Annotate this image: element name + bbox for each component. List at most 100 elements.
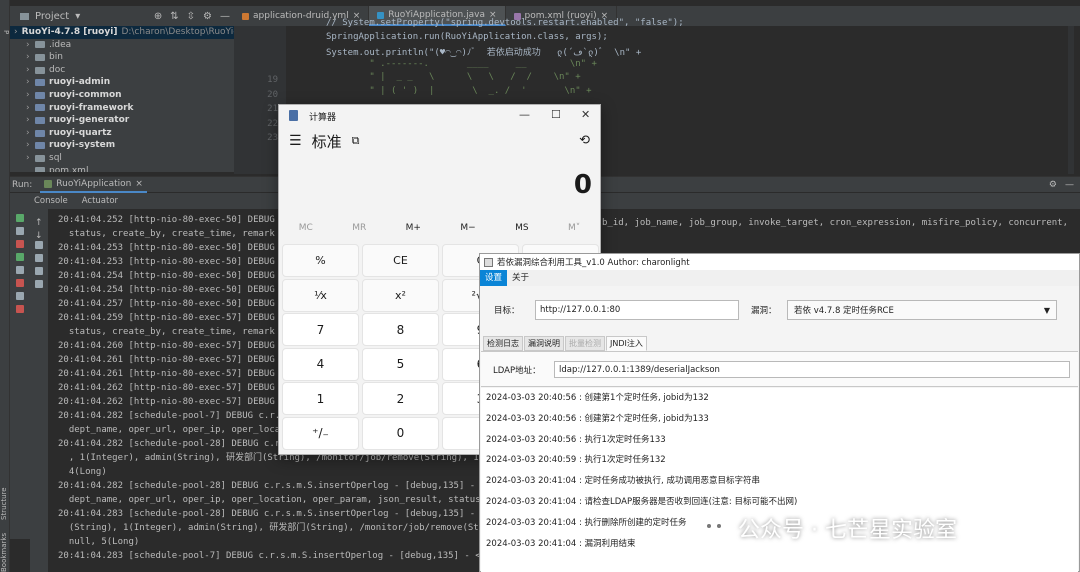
minimize-icon[interactable]: —	[220, 11, 230, 22]
tab-vuln-info[interactable]: 漏洞说明	[524, 336, 564, 351]
print-icon[interactable]	[35, 267, 43, 275]
calc-key[interactable]: x²	[362, 278, 439, 312]
arrow-up-icon[interactable]: ↑	[35, 215, 43, 228]
run-config-tab[interactable]: RuoYiApplication ×	[40, 177, 147, 193]
chevron-right-icon[interactable]: ›	[26, 89, 35, 102]
tab-batch-detect[interactable]: 批量检测	[565, 336, 605, 351]
chevron-right-icon[interactable]: ›	[26, 39, 35, 52]
arrow-down-icon[interactable]: ↓	[35, 228, 43, 241]
calc-key[interactable]: 0	[362, 416, 439, 450]
memory-button[interactable]: MS	[515, 223, 528, 233]
tree-item[interactable]: › doc	[10, 64, 234, 77]
tree-item[interactable]: › .idea	[10, 39, 234, 52]
camera-icon[interactable]	[16, 266, 24, 274]
project-side-tab[interactable]: P	[0, 30, 10, 40]
tree-item[interactable]: › ruoyi-system	[10, 139, 234, 152]
chevron-right-icon[interactable]: ›	[26, 114, 35, 127]
memory-button[interactable]: M−	[460, 223, 475, 233]
project-tree[interactable]: › RuoYi-4.7.8 [ruoyi] D:\charon\Desktop\Ru…	[10, 26, 234, 172]
calc-key[interactable]: ¹⁄x	[282, 278, 359, 312]
chevron-right-icon[interactable]: ›	[26, 64, 35, 77]
gear-icon[interactable]: ⚙	[1049, 180, 1057, 190]
minimize-icon[interactable]: —	[1065, 180, 1074, 190]
editor-scrollbar[interactable]	[1068, 26, 1074, 174]
actuator-tab[interactable]: Actuator	[82, 196, 118, 206]
expand-icon[interactable]: ⇳	[187, 11, 195, 22]
close-button[interactable]: ✕	[581, 108, 590, 121]
ldap-input[interactable]: ldap://127.0.0.1:1389/deserialJackson	[554, 361, 1070, 378]
tree-item-label: doc	[49, 64, 66, 75]
console-tab[interactable]: Console	[34, 196, 68, 206]
log-output[interactable]: 2024-03-03 20:40:56 : 创建第1个定时任务, jobid为1…	[481, 388, 1078, 572]
menu-settings[interactable]: 设置	[480, 270, 508, 286]
trash-icon[interactable]	[35, 280, 43, 288]
chevron-right-icon[interactable]: ›	[26, 76, 35, 89]
code-line: System.out.println("(♥◠‿◠)ﾉﾞ 若依启动成功 ლ(´ڡ…	[326, 48, 642, 58]
chevron-right-icon[interactable]: ›	[26, 102, 35, 115]
keep-on-top-icon[interactable]: ⧉	[352, 134, 360, 148]
app-icon	[484, 257, 493, 267]
scroll-end-icon[interactable]	[35, 254, 43, 262]
vuln-select[interactable]: 若依 v4.7.8 定时任务RCE ▼	[787, 300, 1057, 320]
tab-jndi[interactable]: JNDI注入	[606, 336, 647, 351]
bookmarks-side-tab[interactable]: Bookmarks	[0, 528, 10, 572]
calc-key[interactable]: 1	[282, 382, 359, 415]
stop-icon[interactable]	[16, 240, 24, 248]
calc-key[interactable]: ⁺/₋	[282, 416, 359, 450]
tool-subtabs: 检测日志 漏洞说明 批量检测 JNDI注入	[483, 336, 647, 351]
chevron-right-icon[interactable]: ›	[26, 152, 35, 165]
chevron-down-icon[interactable]: ▾	[75, 11, 80, 22]
menu-about[interactable]: 关于	[507, 270, 534, 286]
calculator-title: 计算器	[309, 112, 337, 123]
memory-button[interactable]: MC	[299, 223, 313, 233]
hamburger-icon[interactable]: ☰	[289, 133, 302, 149]
structure-side-tab[interactable]: Structure	[0, 470, 10, 520]
tree-item[interactable]: › RuoYi-4.7.8 [ruoyi] D:\charon\Desktop\Ru…	[10, 26, 234, 39]
maximize-button[interactable]: ☐	[551, 108, 561, 121]
chevron-right-icon[interactable]: ›	[26, 139, 35, 152]
calc-key[interactable]: 7	[282, 313, 359, 346]
calc-key[interactable]: 8	[362, 313, 439, 346]
calc-key[interactable]: 5	[362, 347, 439, 381]
calc-key[interactable]: CE	[362, 244, 439, 277]
pin-icon[interactable]	[16, 305, 24, 313]
chevron-right-icon[interactable]: ›	[26, 127, 35, 140]
tree-item[interactable]: › ruoyi-generator	[10, 114, 234, 127]
tree-item[interactable]: › ruoyi-quartz	[10, 127, 234, 140]
calc-key[interactable]: 4	[282, 347, 359, 381]
file-icon	[35, 167, 45, 172]
chevron-right-icon[interactable]: ›	[26, 51, 35, 64]
tree-item[interactable]: › ruoyi-framework	[10, 102, 234, 115]
resume-icon[interactable]	[16, 253, 24, 261]
tree-item-label: ruoyi-system	[49, 140, 116, 151]
tree-item[interactable]: › ruoyi-common	[10, 89, 234, 102]
wrench-icon[interactable]	[16, 227, 24, 235]
restore-icon[interactable]	[16, 279, 24, 287]
memory-button[interactable]: MR	[352, 223, 366, 233]
chevron-right-icon[interactable]: ›	[14, 26, 18, 39]
project-label[interactable]: Project	[35, 11, 69, 22]
collapse-icon[interactable]: ⇅	[170, 11, 178, 22]
memory-button[interactable]: M+	[406, 223, 421, 233]
tab-detect-log[interactable]: 检测日志	[483, 336, 523, 351]
calc-key[interactable]: %	[282, 244, 359, 277]
close-icon[interactable]: ×	[135, 179, 143, 189]
history-icon[interactable]: ⟲	[579, 133, 590, 148]
tree-item[interactable]: › bin	[10, 51, 234, 64]
layout-icon[interactable]	[16, 292, 24, 300]
calc-key[interactable]: 2	[362, 382, 439, 415]
chevron-down-icon: ▼	[1043, 305, 1050, 315]
memory-row: MC MR M+ M− MS M˅	[279, 215, 600, 241]
minimize-button[interactable]: —	[519, 108, 530, 121]
tree-item[interactable]: pom.xml	[10, 165, 234, 172]
target-icon[interactable]: ⊕	[154, 11, 162, 22]
tree-item[interactable]: › ruoyi-admin	[10, 76, 234, 89]
soft-wrap-icon[interactable]	[35, 241, 43, 249]
target-input[interactable]: http://127.0.0.1:80	[535, 300, 739, 320]
gear-icon[interactable]: ⚙	[203, 11, 212, 22]
memory-button[interactable]: M˅	[568, 223, 580, 233]
console-right-fragment: b_id, job_name, job_group, invoke_target…	[602, 218, 1068, 228]
code-line: " | ( ' ) | \ _. / ' \n" +	[326, 85, 592, 96]
rerun-icon[interactable]	[16, 214, 24, 222]
tree-item[interactable]: › sql	[10, 152, 234, 165]
